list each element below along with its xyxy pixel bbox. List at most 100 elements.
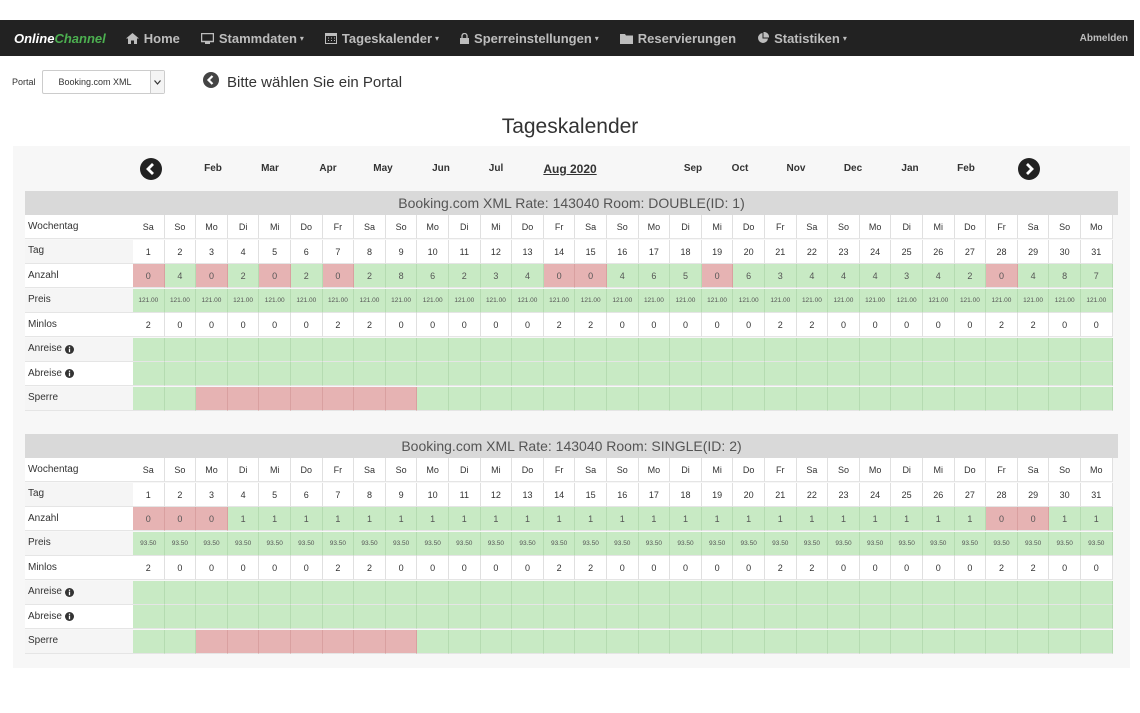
- price-cell[interactable]: 93.50: [670, 531, 702, 556]
- departure-cell[interactable]: [701, 605, 734, 629]
- price-cell[interactable]: 121.00: [133, 288, 165, 313]
- availability-cell[interactable]: 0: [196, 507, 228, 531]
- price-cell[interactable]: 121.00: [859, 288, 892, 313]
- price-cell[interactable]: 121.00: [1081, 288, 1113, 313]
- block-cell[interactable]: [322, 629, 355, 654]
- block-cell[interactable]: [543, 629, 576, 654]
- arrival-cell[interactable]: [133, 337, 165, 362]
- minlos-cell[interactable]: 0: [196, 556, 228, 580]
- nav-tageskalender[interactable]: Tageskalender ▾: [324, 31, 439, 46]
- block-cell[interactable]: [986, 386, 1018, 411]
- minlos-cell[interactable]: 2: [1017, 313, 1050, 337]
- block-cell[interactable]: [828, 386, 860, 411]
- departure-cell[interactable]: [322, 362, 355, 386]
- arrival-cell[interactable]: [322, 580, 355, 605]
- price-cell[interactable]: 93.50: [227, 531, 260, 556]
- block-cell[interactable]: [733, 386, 765, 411]
- price-cell[interactable]: 93.50: [575, 531, 607, 556]
- arrival-cell[interactable]: [417, 337, 449, 362]
- departure-cell[interactable]: [733, 362, 765, 386]
- arrival-cell[interactable]: [575, 580, 607, 605]
- departure-cell[interactable]: [891, 362, 923, 386]
- minlos-cell[interactable]: 0: [259, 556, 291, 580]
- departure-cell[interactable]: [164, 362, 197, 386]
- arrival-cell[interactable]: [954, 337, 987, 362]
- block-cell[interactable]: [417, 386, 449, 411]
- departure-cell[interactable]: [1017, 362, 1050, 386]
- availability-cell[interactable]: 6: [417, 264, 449, 288]
- arrival-cell[interactable]: [575, 337, 607, 362]
- availability-cell[interactable]: 1: [670, 507, 702, 531]
- availability-cell[interactable]: 3: [891, 264, 923, 288]
- minlos-cell[interactable]: 2: [322, 556, 355, 580]
- availability-cell[interactable]: 0: [1017, 507, 1050, 531]
- minlos-cell[interactable]: 0: [670, 556, 702, 580]
- minlos-cell[interactable]: 0: [417, 556, 449, 580]
- availability-cell[interactable]: 1: [575, 507, 607, 531]
- info-icon[interactable]: [64, 612, 74, 621]
- arrival-cell[interactable]: [701, 580, 734, 605]
- arrival-cell[interactable]: [164, 337, 197, 362]
- nav-reservierungen[interactable]: Reservierungen: [619, 31, 736, 46]
- arrival-cell[interactable]: [133, 580, 165, 605]
- price-cell[interactable]: 121.00: [259, 288, 291, 313]
- availability-cell[interactable]: 1: [354, 507, 386, 531]
- arrival-cell[interactable]: [1017, 580, 1050, 605]
- departure-cell[interactable]: [954, 605, 987, 629]
- minlos-cell[interactable]: 0: [1049, 556, 1081, 580]
- minlos-cell[interactable]: 0: [291, 313, 323, 337]
- departure-cell[interactable]: [701, 362, 734, 386]
- availability-cell[interactable]: 8: [1049, 264, 1081, 288]
- price-cell[interactable]: 121.00: [385, 288, 418, 313]
- month-link[interactable]: Nov: [787, 163, 806, 174]
- arrival-cell[interactable]: [512, 337, 544, 362]
- minlos-cell[interactable]: 0: [891, 313, 923, 337]
- minlos-cell[interactable]: 0: [828, 313, 860, 337]
- price-cell[interactable]: 93.50: [1049, 531, 1081, 556]
- price-cell[interactable]: 121.00: [512, 288, 544, 313]
- minlos-cell[interactable]: 0: [449, 556, 481, 580]
- price-cell[interactable]: 93.50: [607, 531, 639, 556]
- availability-cell[interactable]: 0: [133, 507, 165, 531]
- minlos-cell[interactable]: 2: [543, 556, 576, 580]
- arrival-cell[interactable]: [449, 580, 481, 605]
- block-cell[interactable]: [259, 386, 291, 411]
- departure-cell[interactable]: [354, 362, 386, 386]
- price-cell[interactable]: 93.50: [828, 531, 860, 556]
- nav-statistiken[interactable]: Statistiken ▾: [757, 31, 847, 46]
- block-cell[interactable]: [891, 629, 923, 654]
- availability-cell[interactable]: 0: [164, 507, 197, 531]
- block-cell[interactable]: [1049, 386, 1081, 411]
- minlos-cell[interactable]: 0: [701, 313, 734, 337]
- arrival-cell[interactable]: [670, 580, 702, 605]
- price-cell[interactable]: 93.50: [164, 531, 197, 556]
- minlos-cell[interactable]: 0: [954, 313, 987, 337]
- block-cell[interactable]: [607, 386, 639, 411]
- price-cell[interactable]: 93.50: [638, 531, 671, 556]
- departure-cell[interactable]: [133, 362, 165, 386]
- minlos-cell[interactable]: 0: [480, 556, 513, 580]
- departure-cell[interactable]: [986, 362, 1018, 386]
- price-cell[interactable]: 93.50: [1017, 531, 1050, 556]
- nav-stammdaten[interactable]: Stammdaten ▾: [200, 31, 304, 46]
- departure-cell[interactable]: [291, 605, 323, 629]
- arrival-cell[interactable]: [1017, 337, 1050, 362]
- block-cell[interactable]: [575, 386, 607, 411]
- price-cell[interactable]: 121.00: [701, 288, 734, 313]
- arrival-cell[interactable]: [227, 337, 260, 362]
- minlos-cell[interactable]: 0: [828, 556, 860, 580]
- price-cell[interactable]: 121.00: [354, 288, 386, 313]
- availability-cell[interactable]: 2: [449, 264, 481, 288]
- arrival-cell[interactable]: [701, 337, 734, 362]
- arrival-cell[interactable]: [543, 337, 576, 362]
- departure-cell[interactable]: [796, 605, 829, 629]
- block-cell[interactable]: [512, 386, 544, 411]
- arrival-cell[interactable]: [859, 337, 892, 362]
- arrival-cell[interactable]: [923, 580, 955, 605]
- availability-cell[interactable]: 2: [954, 264, 987, 288]
- month-link[interactable]: Jun: [432, 163, 450, 174]
- block-cell[interactable]: [385, 386, 418, 411]
- price-cell[interactable]: 121.00: [670, 288, 702, 313]
- minlos-cell[interactable]: 0: [227, 313, 260, 337]
- minlos-cell[interactable]: 0: [638, 313, 671, 337]
